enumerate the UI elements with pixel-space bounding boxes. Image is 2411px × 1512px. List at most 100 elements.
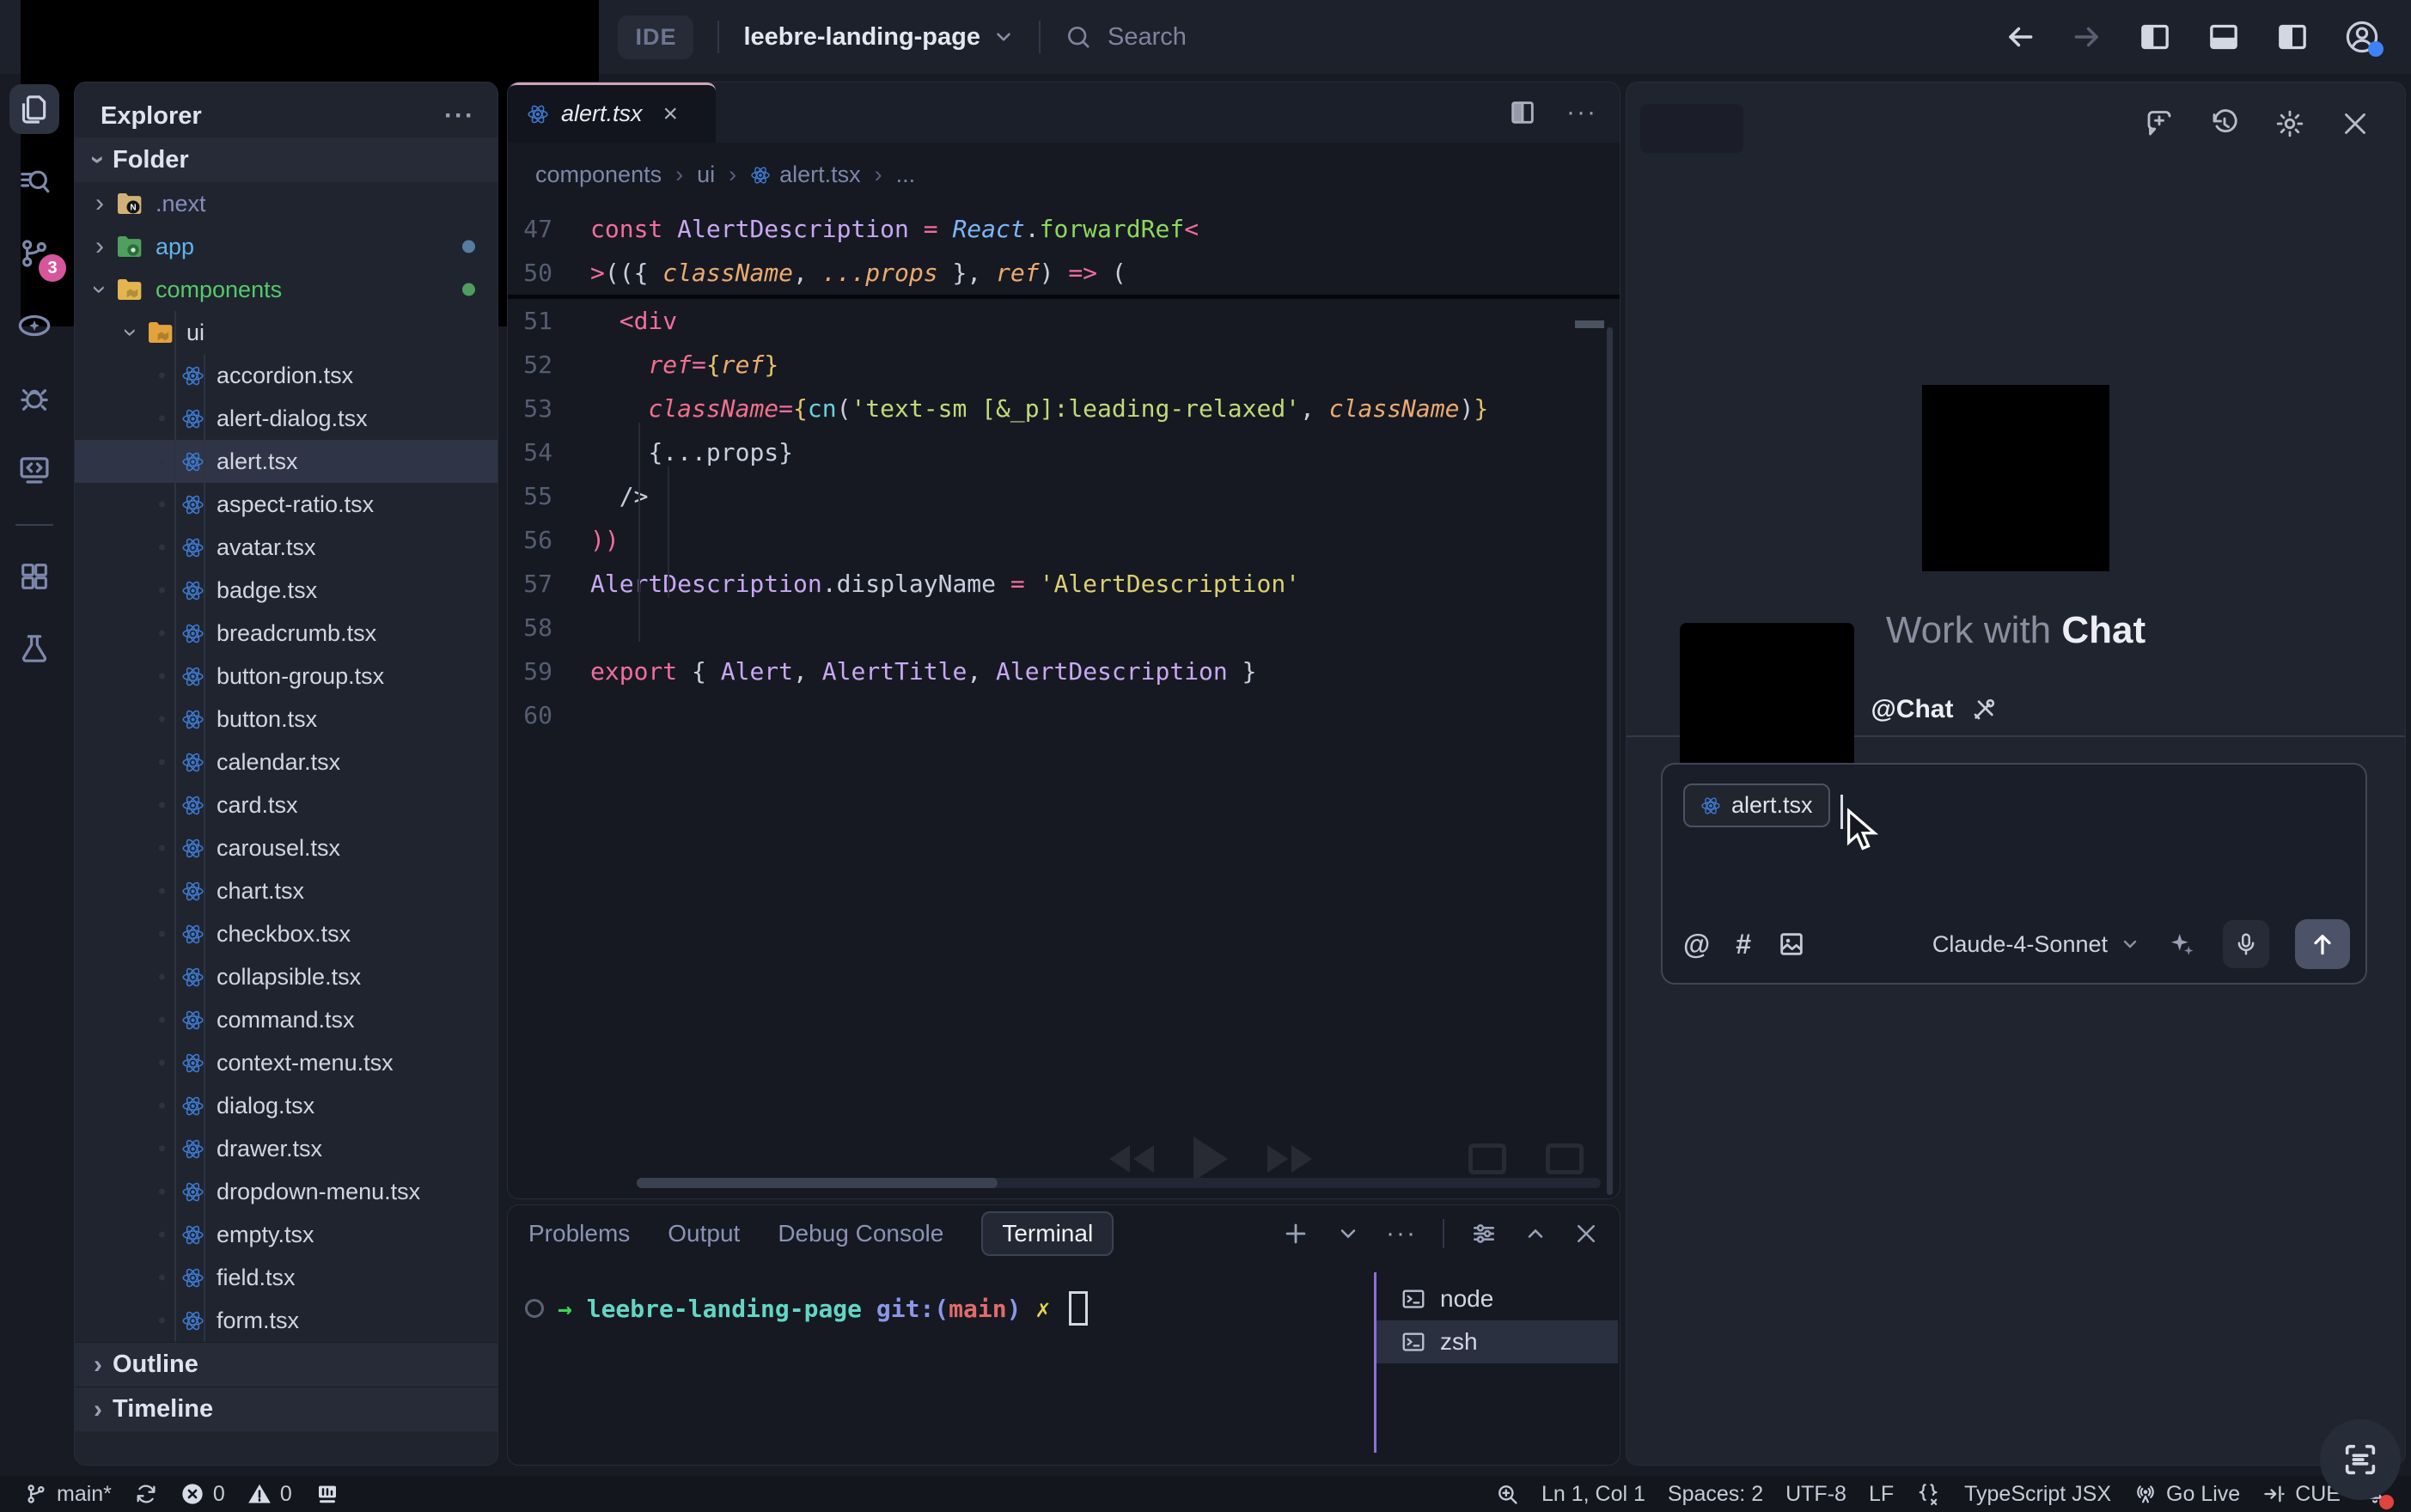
- tree-item-aspect-ratio-tsx[interactable]: aspect-ratio.tsx: [75, 483, 497, 526]
- tree-item-alert-tsx[interactable]: alert.tsx: [75, 440, 497, 483]
- tree-item-avatar-tsx[interactable]: avatar.tsx: [75, 526, 497, 569]
- history-icon[interactable]: [2209, 108, 2240, 139]
- code-area[interactable]: 47const AlertDescription = React.forward…: [508, 207, 1620, 1199]
- formatter-icon[interactable]: [1916, 1481, 1942, 1507]
- tree-item-alert-dialog-tsx[interactable]: alert-dialog.tsx: [75, 397, 497, 440]
- tree-item-dropdown-menu-tsx[interactable]: dropdown-menu.tsx: [75, 1170, 497, 1213]
- tools-icon[interactable]: [1970, 696, 1998, 723]
- tree-item--next[interactable]: ›N.next: [75, 182, 497, 225]
- section-timeline[interactable]: › Timeline: [75, 1387, 497, 1431]
- process-item-node[interactable]: node: [1376, 1277, 1618, 1320]
- chevron-up-icon[interactable]: [1523, 1222, 1547, 1246]
- more-actions-icon[interactable]: ···: [1386, 1219, 1417, 1248]
- breadcrumb-item[interactable]: ...: [896, 162, 916, 188]
- gear-icon[interactable]: [2274, 108, 2305, 139]
- tree-item-carousel-tsx[interactable]: carousel.tsx: [75, 826, 497, 869]
- panel-tab-terminal[interactable]: Terminal: [981, 1211, 1114, 1256]
- tree-item-context-menu-tsx[interactable]: context-menu.tsx: [75, 1041, 497, 1084]
- activity-explorer[interactable]: [9, 84, 59, 134]
- nav-back-icon[interactable]: [2004, 21, 2036, 53]
- encoding[interactable]: UTF-8: [1785, 1482, 1846, 1507]
- indentation[interactable]: Spaces: 2: [1668, 1482, 1763, 1507]
- tree-item-components[interactable]: ›components: [75, 268, 497, 311]
- ports-icon[interactable]: [314, 1481, 340, 1507]
- panel-tab-output[interactable]: Output: [668, 1220, 740, 1247]
- errors-status[interactable]: 0: [180, 1482, 225, 1507]
- hash-icon[interactable]: #: [1736, 929, 1751, 960]
- terminal-prompt[interactable]: → leebre-landing-page git:(main) ✗: [525, 1291, 1088, 1326]
- tree-item-form-tsx[interactable]: form.tsx: [75, 1299, 497, 1342]
- close-icon[interactable]: [1573, 1221, 1599, 1247]
- send-button[interactable]: [2295, 919, 2350, 969]
- new-terminal-icon[interactable]: [1281, 1219, 1310, 1248]
- toggle-panel-icon[interactable]: [2207, 20, 2241, 54]
- tree-item-ui[interactable]: ›ui: [75, 311, 497, 354]
- go-live[interactable]: Go Live: [2133, 1482, 2240, 1507]
- tree-item-button-tsx[interactable]: button.tsx: [75, 698, 497, 741]
- activity-search[interactable]: [9, 156, 59, 206]
- tree-item-card-tsx[interactable]: card.tsx: [75, 783, 497, 826]
- tree-item-breadcrumb-tsx[interactable]: breadcrumb.tsx: [75, 612, 497, 655]
- tree-item-app[interactable]: ›app: [75, 225, 497, 268]
- tree-item-chart-tsx[interactable]: chart.tsx: [75, 869, 497, 912]
- language-mode[interactable]: TypeScript JSX: [1964, 1482, 2111, 1507]
- model-selector[interactable]: Claude-4-Sonnet: [1932, 931, 2140, 958]
- tree-item-button-group-tsx[interactable]: button-group.tsx: [75, 655, 497, 698]
- activity-extensions[interactable]: [9, 552, 59, 601]
- project-switcher[interactable]: leebre-landing-page: [743, 23, 1015, 52]
- breadcrumb-item[interactable]: alert.tsx: [750, 162, 861, 188]
- warnings-status[interactable]: 0: [247, 1482, 292, 1507]
- toggle-left-sidebar-icon[interactable]: [2138, 20, 2172, 54]
- panel-tab-debug-console[interactable]: Debug Console: [778, 1220, 943, 1247]
- sparkle-icon[interactable]: [2166, 929, 2197, 960]
- tree-item-field-tsx[interactable]: field.tsx: [75, 1256, 497, 1299]
- breadcrumb-item[interactable]: components: [535, 162, 662, 188]
- tree-item-badge-tsx[interactable]: badge.tsx: [75, 569, 497, 612]
- close-icon[interactable]: [2340, 108, 2371, 139]
- section-outline[interactable]: › Outline: [75, 1342, 497, 1387]
- sync-icon[interactable]: [134, 1482, 158, 1506]
- tree-item-dialog-tsx[interactable]: dialog.tsx: [75, 1084, 497, 1127]
- filter-sliders-icon[interactable]: [1470, 1220, 1498, 1247]
- eol[interactable]: LF: [1869, 1482, 1894, 1507]
- chevron-down-icon[interactable]: [1336, 1222, 1360, 1246]
- chat-input[interactable]: alert.tsx @ # Claude-4-Sonnet: [1661, 763, 2367, 985]
- toggle-right-sidebar-icon[interactable]: [2275, 20, 2310, 54]
- chat-mode-label[interactable]: @Chat: [1871, 695, 1954, 724]
- new-chat-icon[interactable]: [2144, 108, 2175, 139]
- image-icon[interactable]: [1777, 930, 1806, 959]
- tab-alert-tsx[interactable]: alert.tsx ×: [508, 82, 716, 143]
- horizontal-scrollbar[interactable]: [637, 1178, 1601, 1188]
- nav-forward-icon[interactable]: [2071, 21, 2103, 53]
- more-actions-icon[interactable]: ···: [444, 101, 475, 131]
- screen-reader-fab[interactable]: [2320, 1419, 2401, 1500]
- activity-live-preview[interactable]: [9, 445, 59, 495]
- tree-item-calendar-tsx[interactable]: calendar.tsx: [75, 741, 497, 783]
- tree-item-empty-tsx[interactable]: empty.tsx: [75, 1213, 497, 1256]
- tree-item-command-tsx[interactable]: command.tsx: [75, 998, 497, 1041]
- mention-icon[interactable]: @: [1683, 929, 1710, 960]
- split-editor-icon[interactable]: [1508, 98, 1537, 127]
- activity-source-control[interactable]: 3: [9, 229, 59, 278]
- close-icon[interactable]: ×: [663, 100, 679, 129]
- branch-status[interactable]: main*: [24, 1482, 112, 1507]
- panel-tab-problems[interactable]: Problems: [528, 1220, 630, 1247]
- section-folder[interactable]: › Folder: [75, 137, 497, 182]
- context-chip-alert-tsx[interactable]: alert.tsx: [1683, 783, 1830, 827]
- more-actions-icon[interactable]: ···: [1566, 98, 1597, 127]
- process-item-zsh[interactable]: zsh: [1376, 1320, 1618, 1363]
- cursor-position[interactable]: Ln 1, Col 1: [1541, 1482, 1645, 1507]
- activity-preview[interactable]: [9, 301, 59, 351]
- vertical-scrollbar[interactable]: [1607, 327, 1613, 1195]
- tree-item-collapsible-tsx[interactable]: collapsible.tsx: [75, 955, 497, 998]
- breadcrumb-item[interactable]: ui: [697, 162, 715, 188]
- mic-button[interactable]: [2223, 920, 2269, 968]
- tree-item-checkbox-tsx[interactable]: checkbox.tsx: [75, 912, 497, 955]
- account-button[interactable]: [2344, 19, 2380, 55]
- activity-debug[interactable]: [9, 373, 59, 423]
- tree-item-drawer-tsx[interactable]: drawer.tsx: [75, 1127, 497, 1170]
- activity-testing[interactable]: [9, 624, 59, 674]
- search-input[interactable]: Search: [1065, 23, 1187, 52]
- tree-item-accordion-tsx[interactable]: accordion.tsx: [75, 354, 497, 397]
- zoom-icon[interactable]: [1495, 1482, 1519, 1506]
